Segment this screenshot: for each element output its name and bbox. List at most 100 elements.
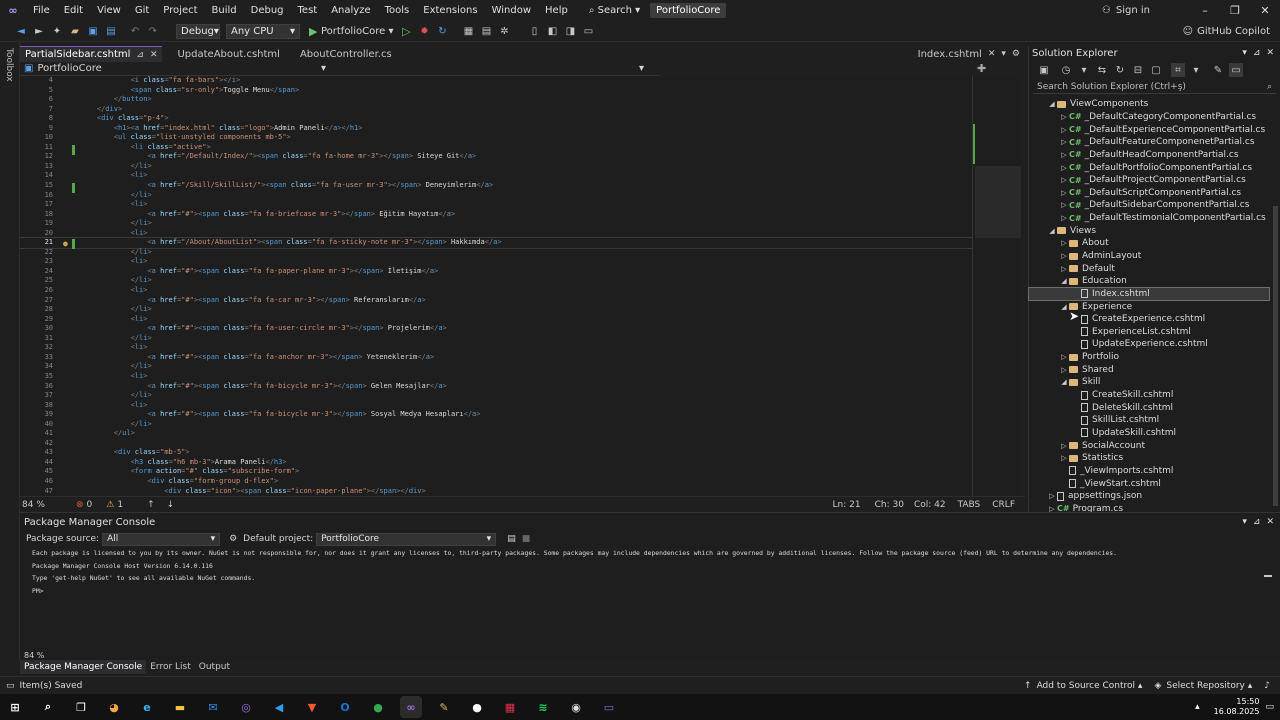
code-line[interactable]: 26 <li> xyxy=(20,286,972,296)
vscode-icon[interactable]: ◀ xyxy=(268,696,290,718)
edge-icon[interactable]: e xyxy=(136,696,158,718)
search-box[interactable]: ⌕ Search ▾ xyxy=(589,5,640,16)
code-line[interactable]: 21 <a href="/About/AboutList"><span clas… xyxy=(20,237,972,249)
solution-scrollbar-thumb[interactable] xyxy=(1273,206,1278,506)
start-debugging-button[interactable]: ▶ PortfolioCore ▾ xyxy=(309,25,393,38)
menu-item[interactable]: File xyxy=(26,0,57,21)
tree-item[interactable]: UpdateSkill.cshtml xyxy=(1029,427,1269,440)
redo-icon[interactable]: ↷ xyxy=(146,24,160,38)
tab-index[interactable]: Index.cshtml ✕ ▾ ⚙ xyxy=(913,46,1025,62)
code-line[interactable]: 37 </li> xyxy=(20,391,972,401)
history-icon[interactable]: ◷ xyxy=(1059,63,1073,77)
code-line[interactable]: 33 <a href="#"><span class="fa fa-anchor… xyxy=(20,353,972,363)
expanded-arrow-icon[interactable]: ◢ xyxy=(1059,303,1069,311)
minimap-scrollbar[interactable]: ✚ xyxy=(972,62,1022,496)
collapse-all-icon[interactable]: ⊟ xyxy=(1131,63,1145,77)
menu-item[interactable]: Extensions xyxy=(416,0,484,21)
menu-item[interactable]: Help xyxy=(538,0,575,21)
github-icon[interactable]: ◉ xyxy=(565,696,587,718)
code-line[interactable]: 11 <li class="active"> xyxy=(20,143,972,153)
pin-icon[interactable]: ⊿ xyxy=(1253,48,1261,58)
notification-center-icon[interactable]: ▭ xyxy=(1265,702,1274,712)
code-line[interactable]: 28 </li> xyxy=(20,305,972,315)
clock[interactable]: 15:50 16.08.2025 xyxy=(1214,697,1260,717)
restore-button[interactable]: ❐ xyxy=(1220,4,1250,17)
code-line[interactable]: 9 <h1><a href="index.html" class="logo">… xyxy=(20,124,972,134)
code-line[interactable]: 15 <a href="/Skill/SkillList/"><span cla… xyxy=(20,181,972,191)
menu-item[interactable]: Tools xyxy=(378,0,417,21)
tree-item[interactable]: ▷ Statistics xyxy=(1029,452,1269,465)
code-line[interactable]: 35 <li> xyxy=(20,372,972,382)
bookmark-icon[interactable]: ▯ xyxy=(527,24,541,38)
collapsed-arrow-icon[interactable]: ▷ xyxy=(1059,353,1069,361)
code-line[interactable]: 32 <li> xyxy=(20,343,972,353)
preview-icon[interactable]: ▭ xyxy=(1229,63,1243,77)
tree-item[interactable]: ◢ Skill xyxy=(1029,376,1269,389)
platform-dropdown[interactable]: Any CPU ▾ xyxy=(226,23,300,39)
tab-error-list[interactable]: Error List xyxy=(146,660,195,674)
menu-item[interactable]: Git xyxy=(128,0,156,21)
expanded-arrow-icon[interactable]: ◢ xyxy=(1047,100,1057,108)
code-line[interactable]: 34 </li> xyxy=(20,362,972,372)
tree-item[interactable]: ◢ Experience xyxy=(1029,300,1269,313)
close-window-button[interactable]: ✕ xyxy=(1250,4,1280,17)
close-icon[interactable]: ✕ xyxy=(1266,48,1274,58)
tree-item[interactable]: ▷ SocialAccount xyxy=(1029,439,1269,452)
code-line[interactable]: 39 <a href="#"><span class="fa fa-bicycl… xyxy=(20,410,972,420)
new-project-icon[interactable]: ✦ xyxy=(50,24,64,38)
navigate-forward-icon[interactable]: ► xyxy=(32,24,46,38)
expanded-arrow-icon[interactable]: ◢ xyxy=(1059,277,1069,285)
code-line[interactable]: 42 xyxy=(20,439,972,449)
menu-item[interactable]: Window xyxy=(485,0,538,21)
collapsed-arrow-icon[interactable]: ▷ xyxy=(1059,189,1069,197)
tree-item[interactable]: ◢ Views xyxy=(1029,224,1269,237)
collapsed-arrow-icon[interactable]: ▷ xyxy=(1059,113,1069,121)
code-line[interactable]: 31 </li> xyxy=(20,334,972,344)
code-line[interactable]: 6 </button> xyxy=(20,95,972,105)
clear-console-icon[interactable]: ▤ xyxy=(507,534,516,544)
mail-icon[interactable]: ✉ xyxy=(202,696,224,718)
filter-icon[interactable]: ⌗ xyxy=(1171,63,1185,77)
code-line[interactable]: 25 </li> xyxy=(20,276,972,286)
start-without-debugging-icon[interactable]: ▷ xyxy=(399,24,413,38)
tree-item[interactable]: ▷ C# _DefaultTestimonialComponentPartial.c… xyxy=(1029,212,1269,225)
stop-icon[interactable]: ■ xyxy=(522,534,531,544)
code-line[interactable]: 27 <a href="#"><span class="fa fa-car mr… xyxy=(20,296,972,306)
menu-item[interactable]: Debug xyxy=(244,0,291,21)
outlook-icon[interactable]: O xyxy=(334,696,356,718)
close-tab-icon[interactable]: ✕ xyxy=(150,50,158,60)
properties-wrench-icon[interactable]: ✎ xyxy=(1211,63,1225,77)
chevron-down-icon[interactable]: ▾ xyxy=(1242,517,1247,527)
bookmark-clear-icon[interactable]: ▭ xyxy=(581,24,595,38)
code-line[interactable]: 13 </li> xyxy=(20,162,972,172)
code-line[interactable]: 44 <h3 class="h6 mb-3">Arama Paneli</h3> xyxy=(20,458,972,468)
settings-gear-icon[interactable]: ⚙ xyxy=(229,534,237,544)
collapsed-arrow-icon[interactable]: ▷ xyxy=(1059,454,1069,462)
tree-item[interactable]: ▷ AdminLayout xyxy=(1029,250,1269,263)
menu-item[interactable]: Analyze xyxy=(324,0,377,21)
expanded-arrow-icon[interactable]: ◢ xyxy=(1047,227,1057,235)
system-tray-chevron-icon[interactable]: ▴ xyxy=(1195,702,1200,712)
menu-item[interactable]: Edit xyxy=(57,0,90,21)
sign-in-button[interactable]: ⚇ Sign in xyxy=(1102,5,1150,16)
refresh-icon[interactable]: ↻ xyxy=(1113,63,1127,77)
tree-item[interactable]: _ViewImports.cshtml xyxy=(1029,465,1269,478)
notifications-bell-icon[interactable]: ♪ xyxy=(1264,681,1270,691)
overflow-chevron-icon[interactable]: ▾ xyxy=(1001,49,1006,59)
code-editor[interactable]: 4 <i class="fa fa-bars"></i> 5 <span clas… xyxy=(20,76,972,496)
pmc-output[interactable]: Each package is licensed to you by its o… xyxy=(20,547,1280,596)
tree-item[interactable]: UpdateExperience.cshtml xyxy=(1029,338,1269,351)
brave-icon[interactable]: ▼ xyxy=(301,696,323,718)
hot-reload-icon[interactable]: ✹ xyxy=(417,24,431,38)
menu-item[interactable]: View xyxy=(90,0,128,21)
copilot-icon[interactable]: ◕ xyxy=(103,696,125,718)
chevron-down-icon[interactable]: ▾ xyxy=(1242,48,1247,58)
tree-item[interactable]: _ViewStart.cshtml xyxy=(1029,477,1269,490)
pin-icon[interactable]: ⊿ xyxy=(1253,517,1261,527)
arrow-down-icon[interactable]: ↓ xyxy=(167,500,175,510)
back-forth-icon[interactable]: ⇆ xyxy=(1095,63,1109,77)
games-icon[interactable]: ▦ xyxy=(499,696,521,718)
tree-item[interactable]: ▷ C# _DefaultExperienceComponentPartial.cs xyxy=(1029,123,1269,136)
settings-gear-icon[interactable]: ⚙ xyxy=(1012,49,1020,59)
collapsed-arrow-icon[interactable]: ▷ xyxy=(1059,442,1069,450)
